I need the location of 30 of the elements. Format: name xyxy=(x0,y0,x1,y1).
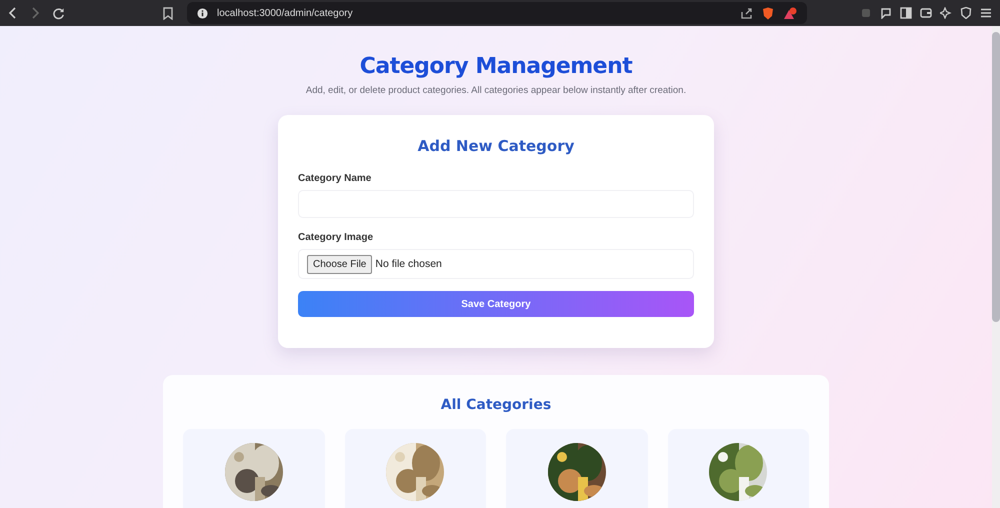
scrollbar[interactable] xyxy=(992,26,1000,508)
reload-icon[interactable] xyxy=(52,6,65,20)
page-subtitle: Add, edit, or delete product categories. All categories appear below instantly after creation. xyxy=(306,85,686,96)
field-label: Category Image xyxy=(298,232,374,243)
forward-icon[interactable] xyxy=(30,7,40,19)
categories-heading: All Categories xyxy=(440,397,552,413)
url-text: localhost:3000/admin/category xyxy=(217,8,353,18)
sidebar-icon[interactable] xyxy=(900,7,912,19)
form-heading: Add New Category xyxy=(416,137,576,155)
menu-icon[interactable] xyxy=(980,7,992,19)
scrollbar-thumb[interactable] xyxy=(992,32,1000,322)
choose-file-button[interactable]: Choose File xyxy=(307,254,372,274)
wallet-icon[interactable] xyxy=(920,7,932,19)
sparkle-icon[interactable] xyxy=(940,7,952,19)
category-card[interactable] xyxy=(183,429,324,508)
triangle-badge-icon[interactable] xyxy=(783,6,797,20)
info-icon[interactable] xyxy=(197,8,208,18)
file-input-field[interactable]: Choose File No file chosen xyxy=(298,249,694,279)
field-label: Category Name xyxy=(298,173,372,184)
file-status: No file chosen xyxy=(375,258,442,270)
save-button[interactable]: Save Category xyxy=(298,291,694,317)
address-bar[interactable]: localhost:3000/admin/category xyxy=(187,2,807,24)
category-card[interactable] xyxy=(506,429,648,508)
page-title: Category Management xyxy=(360,54,632,79)
chat-icon[interactable] xyxy=(880,7,892,19)
share-icon[interactable] xyxy=(741,7,753,19)
back-icon[interactable] xyxy=(8,7,18,19)
bookmark-icon[interactable] xyxy=(163,6,173,20)
shield-icon[interactable] xyxy=(960,7,972,19)
category-card[interactable] xyxy=(668,429,809,508)
